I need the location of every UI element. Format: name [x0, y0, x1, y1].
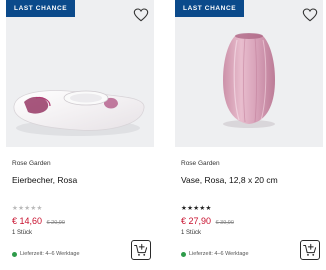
product-brand: Rose Garden: [181, 160, 220, 167]
product-image-container[interactable]: LAST CHANCE: [175, 0, 323, 147]
cart-plus-icon: [303, 243, 317, 256]
add-to-cart-button[interactable]: [300, 240, 320, 260]
vase-image: [223, 33, 275, 128]
rating-stars: ★★★★★: [181, 205, 212, 212]
favorite-heart-icon[interactable]: [302, 7, 318, 23]
egg-cup-image: [13, 90, 145, 136]
last-chance-badge: LAST CHANCE: [175, 0, 245, 17]
rating-stars: ★★★★★: [12, 205, 43, 212]
old-price: € 39,90: [215, 220, 234, 226]
delivery-text: Lieferzeit: 4–6 Werktage: [20, 251, 80, 257]
delivery-info: Lieferzeit: 4–6 Werktage: [181, 251, 249, 257]
product-price: € 14,60 € 20,90: [12, 216, 65, 226]
old-price: € 20,90: [46, 220, 65, 226]
product-unit: 1 Stück: [12, 230, 33, 236]
favorite-heart-icon[interactable]: [133, 7, 149, 23]
product-brand: Rose Garden: [12, 160, 51, 167]
current-price: € 27,90: [181, 216, 212, 226]
cart-plus-icon: [134, 243, 148, 256]
product-card[interactable]: LAST CHANCE Rose Garden Vase, Rosa, 12,8…: [175, 0, 323, 270]
availability-dot-icon: [12, 251, 17, 257]
product-unit: 1 Stück: [181, 230, 202, 236]
product-title[interactable]: Eierbecher, Rosa: [12, 175, 77, 185]
add-to-cart-button[interactable]: [131, 240, 151, 260]
last-chance-badge: LAST CHANCE: [6, 0, 76, 17]
delivery-text: Lieferzeit: 4–6 Werktage: [189, 251, 249, 257]
delivery-info: Lieferzeit: 4–6 Werktage: [12, 251, 80, 257]
current-price: € 14,60: [12, 216, 43, 226]
product-image-container[interactable]: LAST CHANCE: [6, 0, 154, 147]
product-price: € 27,90 € 39,90: [181, 216, 234, 226]
availability-dot-icon: [181, 251, 186, 257]
product-card[interactable]: LAST CHANCE Rose Garden Eierbecher, Rosa…: [6, 0, 154, 270]
product-title[interactable]: Vase, Rosa, 12,8 x 20 cm: [181, 175, 278, 185]
